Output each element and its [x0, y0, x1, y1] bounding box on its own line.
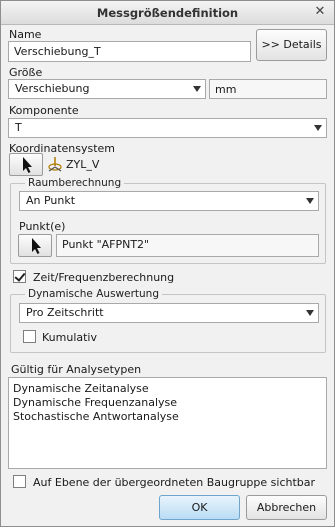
list-item[interactable]: Dynamische Zeitanalyse — [13, 382, 322, 396]
analysis-types-list[interactable]: Dynamische Zeitanalyse Dynamische Freque… — [8, 377, 327, 469]
close-icon[interactable]: ✕ — [312, 4, 328, 20]
points-pick-button[interactable] — [18, 234, 52, 257]
ok-button[interactable]: OK — [159, 495, 240, 520]
cumulative-label: Kumulativ — [42, 331, 97, 344]
coordinate-system-icon — [48, 157, 62, 172]
chevron-down-icon — [193, 86, 201, 92]
size-select-value: Verschiebung — [15, 82, 90, 95]
component-select-value: T — [15, 121, 22, 134]
measure-definition-dialog: Messgrößendefinition ✕ Name Verschiebung… — [0, 0, 335, 527]
spatial-computation-title: Raumberechnung — [25, 177, 125, 189]
parent-level-visible-checkbox[interactable] — [13, 475, 26, 488]
time-frequency-label: Zeit/Frequenzberechnung — [33, 271, 175, 284]
points-label: Punkt(e) — [19, 220, 66, 233]
chevron-down-icon — [306, 310, 314, 316]
parent-level-visible-label: Auf Ebene der übergeordneten Baugruppe s… — [33, 476, 316, 489]
list-item[interactable]: Dynamische Frequenzanalyse — [13, 396, 322, 410]
chevron-down-icon — [306, 198, 314, 204]
dialog-title: Messgrößendefinition — [96, 6, 239, 20]
arrow-cursor-icon — [32, 238, 41, 254]
analysis-types-label: Gültig für Analysetypen — [11, 363, 142, 376]
points-field: Punkt "AFPNT2" — [56, 234, 319, 257]
dynamic-evaluation-title: Dynamische Auswertung — [25, 288, 162, 300]
spatial-computation-select[interactable]: An Punkt — [19, 191, 319, 211]
component-label: Komponente — [9, 104, 79, 117]
component-select[interactable]: T — [8, 118, 327, 138]
time-frequency-checkbox[interactable] — [13, 270, 26, 283]
dynamic-evaluation-select[interactable]: Pro Zeitschritt — [19, 303, 319, 323]
cancel-button[interactable]: Abbrechen — [246, 495, 327, 520]
size-label: Größe — [9, 66, 43, 79]
spatial-computation-select-value: An Punkt — [26, 194, 76, 207]
dynamic-evaluation-select-value: Pro Zeitschritt — [26, 306, 104, 319]
chevron-down-icon — [314, 125, 322, 131]
name-input[interactable]: Verschiebung_T — [8, 41, 251, 62]
unit-field: mm — [209, 79, 327, 99]
coord-system-value: ZYL_V — [66, 158, 100, 171]
arrow-cursor-icon — [23, 157, 32, 173]
list-item[interactable]: Stochastische Antwortanalyse — [13, 410, 322, 424]
size-select[interactable]: Verschiebung — [8, 79, 206, 99]
title-bar[interactable]: Messgrößendefinition ✕ — [1, 1, 334, 25]
coord-system-pick-button[interactable] — [9, 153, 43, 176]
cumulative-checkbox[interactable] — [23, 330, 36, 343]
name-label: Name — [9, 28, 42, 41]
details-button[interactable]: >> Details — [256, 29, 327, 61]
